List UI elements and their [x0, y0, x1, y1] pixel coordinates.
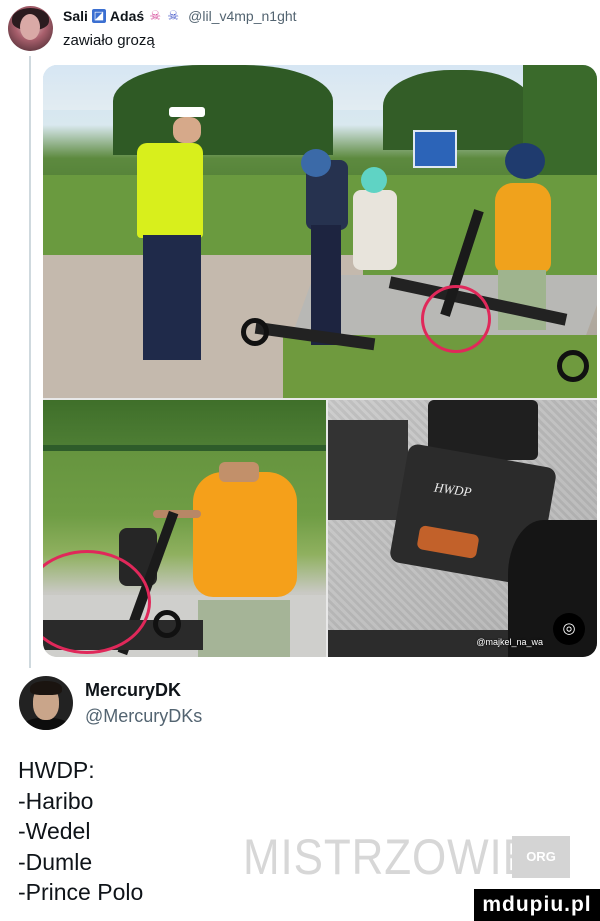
avatar-face: [20, 14, 40, 40]
reply-line: HWDP:: [18, 757, 95, 783]
author-name-extra[interactable]: Adaś: [110, 8, 144, 24]
tweet-media[interactable]: HWDP @majkel_na_wa ◎: [43, 65, 597, 657]
quoted-tweet: Sali ◪ Adaś ☠ ☠ @lil_v4mp_n1ght zawiało …: [0, 0, 600, 668]
reply-line: -Wedel: [18, 818, 91, 844]
instagram-icon[interactable]: ◎: [553, 613, 585, 645]
flag-icon: ◪: [91, 9, 106, 23]
reply-line: -Dumle: [18, 848, 93, 875]
photo-kid-orange[interactable]: [43, 400, 326, 657]
site-watermark-badge: ORG: [512, 836, 570, 878]
octopus-icon: ☠: [149, 8, 161, 23]
reply-line: -Prince Polo: [18, 879, 144, 905]
reply-author-name[interactable]: MercuryDK: [85, 680, 181, 701]
thread-connector: [29, 56, 31, 668]
site-watermark: MISTRZOWIE: [243, 829, 533, 885]
reply-text: HWDP: -Haribo -Wedel -Dumle -Prince Polo: [18, 755, 143, 908]
reply-line: -Haribo: [18, 787, 94, 814]
reply-author-handle[interactable]: @MercuryDKs: [85, 706, 202, 727]
tweet-text: zawiało grozą: [63, 32, 155, 49]
author-name[interactable]: Sali: [63, 8, 88, 24]
corner-watermark: mdupiu.pl: [474, 889, 600, 921]
tweet-header: Sali ◪ Adaś ☠ ☠ @lil_v4mp_n1ght: [63, 8, 297, 24]
author-handle[interactable]: @lil_v4mp_n1ght: [188, 8, 296, 24]
avatar-hair: [30, 681, 62, 695]
reply-author-avatar[interactable]: [19, 676, 73, 730]
octopus-icon: ☠: [167, 8, 179, 23]
author-avatar[interactable]: [8, 6, 53, 51]
media-watermark: @majkel_na_wa: [476, 637, 543, 647]
highlight-circle: [421, 285, 491, 353]
photo-police-scooters[interactable]: [43, 65, 597, 398]
